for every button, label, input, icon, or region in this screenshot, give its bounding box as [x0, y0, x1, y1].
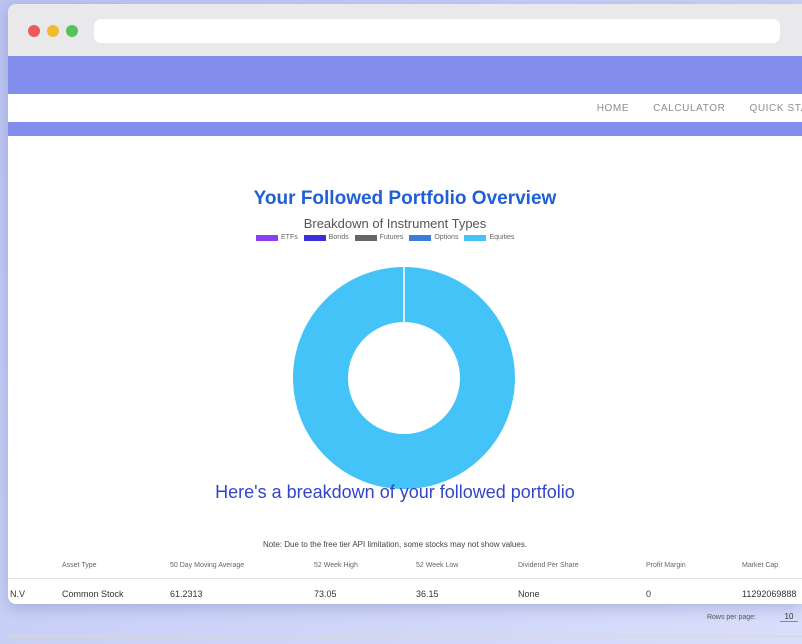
header-band — [8, 56, 802, 94]
legend-swatch — [256, 234, 278, 241]
header-market-cap[interactable]: Market Cap — [742, 562, 778, 569]
api-limitation-note: Note: Due to the free tier API limitatio… — [262, 540, 528, 549]
chart-title: Breakdown of Instrument Types — [303, 216, 487, 231]
cell-profit-margin: 0 — [646, 589, 652, 599]
rows-per-page-label: Rows per page: — [706, 614, 756, 621]
legend-item-options[interactable]: Options — [409, 234, 458, 241]
header-band-bottom — [8, 122, 802, 136]
maximize-window-button[interactable] — [66, 25, 78, 37]
legend-item-bonds[interactable]: Bonds — [303, 234, 349, 241]
cell-52-week-low: 36.15 — [416, 589, 439, 599]
header-52-week-high[interactable]: 52 Week High — [314, 562, 358, 569]
cell-asset-type: Common Stock — [62, 589, 124, 599]
legend-swatch — [409, 234, 432, 241]
legend-swatch — [303, 234, 326, 241]
cell-50-day-moving-average: 61.2313 — [170, 589, 203, 599]
browser-chrome — [8, 4, 802, 56]
main-content: Your Followed Portfolio Overview Breakdo… — [8, 136, 802, 604]
legend-label: ETFs — [281, 234, 298, 241]
browser-window: HOME CALCULATOR QUICK STA Your Followed … — [8, 4, 802, 604]
address-bar[interactable] — [94, 19, 780, 43]
legend-swatch — [354, 234, 377, 241]
cell-52-week-high: 73.05 — [314, 589, 337, 599]
header-dividend-per-share[interactable]: Dividend Per Share — [518, 562, 579, 569]
navbar: HOME CALCULATOR QUICK STA — [8, 94, 802, 122]
table-header-row: Asset Type 50 Day Moving Average 52 Week… — [8, 554, 802, 578]
legend-swatch — [464, 234, 487, 241]
portfolio-table: Asset Type 50 Day Moving Average 52 Week… — [8, 554, 802, 604]
nav-calculator-link[interactable]: CALCULATOR — [653, 103, 725, 114]
table-row[interactable]: N.V Common Stock 61.2313 73.05 36.15 Non… — [8, 578, 802, 604]
close-window-button[interactable] — [28, 25, 40, 37]
minimize-window-button[interactable] — [47, 25, 59, 37]
legend-label: Equities — [489, 234, 515, 241]
cell-market-cap: 11292069888 — [742, 589, 797, 599]
instrument-types-donut-chart — [293, 267, 515, 489]
chart-legend: ETFs Bonds Futures Options Equities — [256, 234, 514, 241]
cell-dividend-per-share: None — [518, 589, 540, 599]
portfolio-subheading: Here's a breakdown of your followed port… — [215, 482, 575, 502]
nav-quick-start-link[interactable]: QUICK STA — [749, 103, 802, 114]
legend-label: Options — [434, 234, 459, 241]
cell-name: N.V — [10, 589, 26, 599]
header-52-week-low[interactable]: 52 Week Low — [416, 562, 458, 569]
pagination-bar: Rows per page: 10 — [0, 604, 802, 644]
legend-item-etfs[interactable]: ETFs — [256, 234, 298, 241]
legend-label: Futures — [379, 234, 404, 241]
divider — [8, 636, 802, 637]
nav-links: HOME CALCULATOR QUICK STA — [597, 94, 802, 122]
legend-item-futures[interactable]: Futures — [354, 234, 404, 241]
page-title: Your Followed Portfolio Overview — [253, 188, 557, 209]
donut-slice-equities[interactable] — [293, 267, 515, 489]
legend-item-equities[interactable]: Equities — [464, 234, 514, 241]
legend-label: Bonds — [328, 234, 349, 241]
nav-home-link[interactable]: HOME — [597, 103, 629, 114]
header-50-day-moving-average[interactable]: 50 Day Moving Average — [170, 562, 244, 569]
rows-per-page-select[interactable]: 10 — [780, 612, 798, 622]
header-asset-type[interactable]: Asset Type — [62, 562, 97, 569]
header-profit-margin[interactable]: Profit Margin — [646, 562, 686, 569]
